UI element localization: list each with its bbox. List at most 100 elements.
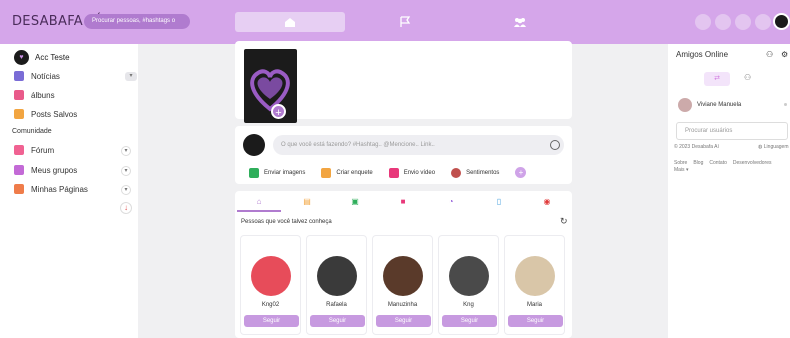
add-friend-icon[interactable]: ⚇ [766,50,776,60]
news-icon [14,71,24,81]
sidebar-item-noticias[interactable]: Notícias [14,71,60,81]
friend-requests-button[interactable] [755,14,771,30]
profile-avatar[interactable] [773,13,790,30]
sidebar-item-albuns[interactable]: álbuns [14,90,55,100]
suggestion-card: Maria Seguir [504,235,565,335]
tab-files[interactable]: ▯ [493,196,505,207]
chevron-down-icon[interactable]: ▾ [125,72,137,81]
online-friend-item[interactable]: Viviane Manuela [678,98,741,112]
person-name: Manuzinha [387,302,418,308]
groups-icon [14,165,24,175]
right-sidebar: Amigos Online ⚇ ⚙ ⇄ ⚇ Viviane Manuela Pr… [668,44,790,338]
chevron-down-icon[interactable]: ▾ [121,146,131,156]
suggestion-card: Manuzinha Seguir [372,235,433,335]
caret-down-icon: ▾ [684,167,689,173]
feed-filter-tabs: ⌂ ▤ ▣ ■ ◔ ▯ ◉ [235,191,572,213]
follow-button[interactable]: Seguir [310,315,365,327]
bookmark-icon [14,109,24,119]
notifications-button[interactable] [715,14,731,30]
nav-pages-tab[interactable] [397,14,413,30]
messages-button[interactable] [735,14,751,30]
person-name: Rafaela [326,302,347,308]
suggestion-card: Rafaela Seguir [306,235,367,335]
sidebar-item-label: álbuns [31,90,55,100]
footer-links: Sobre Blog Contato Desenvolvedores [674,160,772,166]
suggestion-card: Kng02 Seguir [240,235,301,335]
action-label: Enviar imagens [264,169,306,176]
shuffle-toggle[interactable]: ⇄ [704,72,730,86]
avatar [251,256,291,296]
online-friends-title: Amigos Online [676,50,729,59]
friend-name: Viviane Manuela [697,102,742,108]
more-menu[interactable]: Mais ▾ [674,167,688,173]
copyright: © 2023 Desabafa Aí [674,144,719,150]
flag-icon [14,184,24,194]
footer-link[interactable]: Sobre [674,160,687,166]
sidebar-item-label: Posts Salvos [31,109,78,119]
sidebar-item-forum[interactable]: Fórum [14,145,54,155]
sidebar-item-posts-salvos[interactable]: Posts Salvos [14,109,77,119]
footer-link[interactable]: Contato [709,160,727,166]
follow-button[interactable]: Seguir [508,315,563,327]
footer-link[interactable]: Blog [693,160,703,166]
tab-videos[interactable]: ■ [397,196,409,207]
forum-icon [14,145,24,155]
nav-home-tab[interactable] [235,12,345,32]
gear-icon[interactable]: ⚙ [781,50,790,60]
username: Acc Teste [35,53,70,62]
refresh-icon[interactable]: ↻ [560,216,568,227]
arrow-down-icon[interactable]: ↓ [120,202,132,214]
settings-button[interactable] [695,14,711,30]
profile-cover-card: + [235,41,572,123]
nav-groups-tab[interactable] [512,14,528,30]
sidebar-item-label: Fórum [31,145,55,155]
more-actions-button[interactable]: + [515,167,527,178]
tab-text[interactable]: ▤ [301,196,313,207]
sidebar-item-minhas-paginas[interactable]: Minhas Páginas [14,184,88,194]
post-composer: O que você está fazendo? #Hashtag.. @Men… [235,126,572,184]
action-label: Criar enquete [336,169,373,176]
avatar [317,256,357,296]
poll-icon [321,167,332,178]
suggestion-card: Kng Seguir [438,235,499,335]
upload-images-button[interactable]: Enviar imagens [249,167,306,178]
feelings-button[interactable]: Sentimentos [451,167,499,178]
smiley-icon [451,167,462,178]
follow-button[interactable]: Seguir [376,315,431,327]
sidebar-item-label: Meus grupos [31,165,78,175]
tab-photos[interactable]: ▣ [349,196,361,207]
flag-icon [400,16,411,27]
video-icon [388,167,399,178]
user-profile-link[interactable]: ♥ Acc Teste [14,50,70,65]
follow-button[interactable]: Seguir [442,315,497,327]
user-search-input[interactable]: Procurar usuários [676,122,788,140]
person-name: Kng [463,302,474,308]
footer-link[interactable]: Desenvolvedores [733,160,772,166]
feed-card: ⌂ ▤ ▣ ■ ◔ ▯ ◉ Pessoas que você talvez co… [235,191,572,338]
section-label-community: Comunidade [12,128,52,135]
active-tab-indicator [237,210,281,212]
create-poll-button[interactable]: Criar enquete [321,167,373,178]
emoji-icon[interactable] [550,140,560,150]
language-label: Linguagem [763,144,789,150]
avatar [449,256,489,296]
action-label: Envio vídeo [403,169,436,176]
tab-places[interactable]: ◉ [541,196,553,207]
left-sidebar: ♥ Acc Teste Notícias ▾ álbuns Posts Salv… [0,44,138,338]
post-input[interactable]: O que você está fazendo? #Hashtag.. @Men… [273,135,564,155]
avatar: ♥ [14,50,29,65]
tab-music[interactable]: ◔ [445,196,457,207]
sidebar-item-label: Notícias [31,71,60,81]
tab-all[interactable]: ⌂ [253,196,265,207]
group-icon[interactable]: ⚇ [744,73,751,82]
chevron-down-icon[interactable]: ▾ [121,185,131,195]
image-icon [249,167,259,178]
add-photo-button[interactable]: + [271,104,286,119]
chevron-down-icon[interactable]: ▾ [121,166,131,176]
album-icon [14,90,24,100]
follow-button[interactable]: Seguir [244,315,299,327]
search-input[interactable]: Procurar pessoas, #hashtags o [84,14,190,29]
language-selector[interactable]: ◍ Linguagem [758,144,789,150]
sidebar-item-meus-grupos[interactable]: Meus grupos [14,165,77,175]
upload-video-button[interactable]: Envio vídeo [388,167,436,178]
